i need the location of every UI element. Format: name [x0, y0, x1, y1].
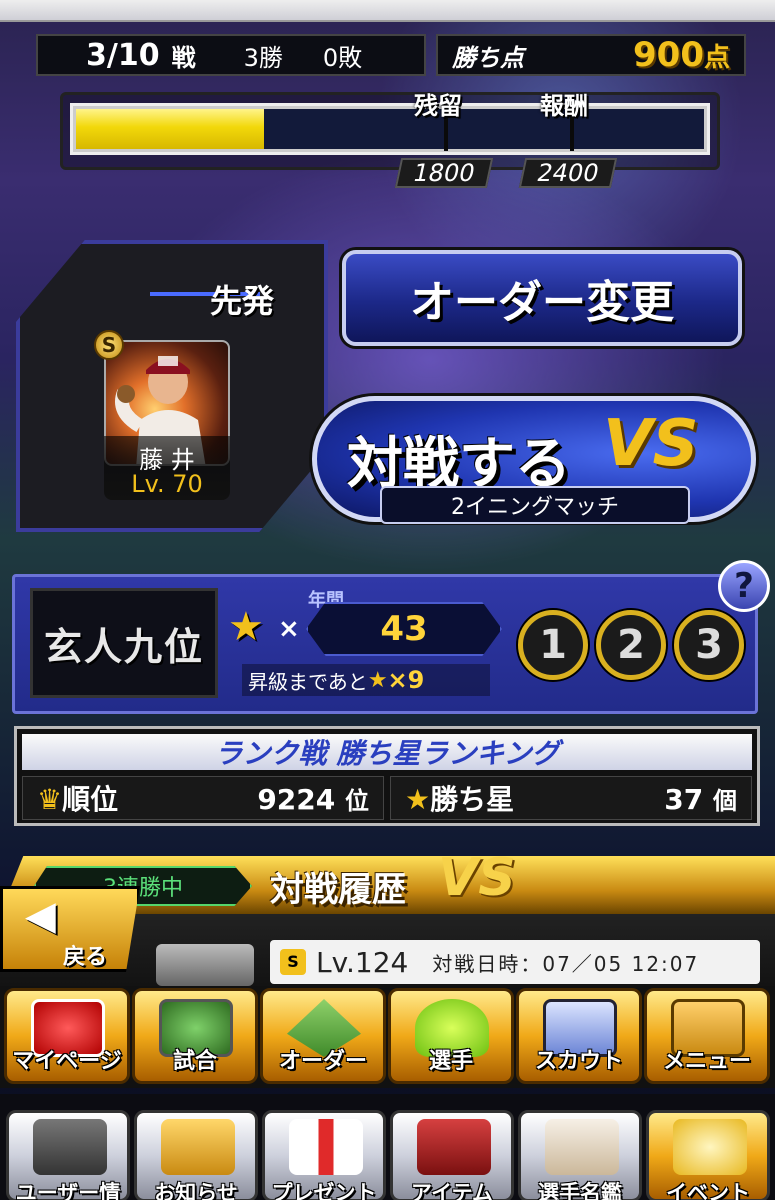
history-vs-icon: VS [438, 848, 516, 908]
nav-mypage[interactable]: マイページ [4, 988, 130, 1084]
nav-event-label: イベント [666, 1181, 750, 1200]
points-panel: 勝ち点 900点 [436, 34, 746, 76]
nav-game[interactable]: 試合 [132, 988, 258, 1084]
nav-user-info[interactable]: ユーザー情報 [6, 1110, 130, 1200]
opponent-info[interactable]: S Lv.124 対戦日時： 07／05 12:07 [270, 940, 760, 984]
ranking-title: ランク戦 勝ち星ランキング [214, 737, 560, 770]
marker-2-value: 2400 [518, 158, 618, 188]
ranking-position-cell: ♛順位 9224 位 [22, 776, 384, 820]
player-book-icon [545, 1119, 619, 1175]
battle-unit: 戦 [171, 43, 196, 72]
nav-mypage-label: マイページ [12, 1049, 122, 1074]
help-button[interactable]: ? [718, 560, 770, 612]
nav-menu-label: メニュー [662, 1049, 751, 1074]
crown-icon: ♛ [37, 783, 63, 816]
item-book-icon [417, 1119, 491, 1175]
nav-present[interactable]: プレゼント [262, 1110, 386, 1200]
nav-notice-label: お知らせ [154, 1181, 238, 1200]
promotion-text: 昇級まであと [248, 669, 368, 694]
team-logo-icon: S [280, 949, 306, 975]
opponent-date-label: 対戦日時： [432, 951, 543, 976]
battle-record: 3/10 戦 3勝 0敗 [36, 34, 426, 76]
battle-subtitle: 2イニングマッチ [380, 486, 690, 524]
nav-player-book[interactable]: 選手名鑑 [518, 1110, 642, 1200]
opponent-avatar [156, 944, 254, 986]
wins-value: 37 [664, 782, 704, 816]
promotion-count: ×9 [387, 666, 425, 694]
points-unit: 点 [703, 43, 730, 73]
help-icon: ? [734, 566, 754, 606]
wins-count: 3勝 [243, 43, 283, 72]
battle-vs-logo: VS [603, 407, 699, 481]
points-label: 勝ち点 [452, 43, 524, 72]
battle-count: 3/10 [86, 37, 160, 73]
starter-title: 先発 [210, 282, 275, 320]
event-ball-icon [673, 1119, 747, 1175]
user-card-icon [33, 1119, 107, 1175]
position-unit: 位 [345, 786, 369, 815]
nav-order-label: オーダー [278, 1049, 367, 1074]
battle-subtitle-text: 2イニングマッチ [451, 495, 619, 520]
rank-emblem: 玄人九位 [30, 588, 218, 698]
marker-1-value: 1800 [394, 158, 494, 188]
nav-present-label: プレゼント [271, 1181, 377, 1200]
opponent-level: Lv.124 [316, 945, 409, 979]
progress-fill [76, 109, 264, 149]
nav-item-label: アイテム [411, 1181, 493, 1200]
rank-name: 玄人九位 [43, 624, 204, 669]
back-button[interactable]: ◀ 戻る [0, 886, 140, 972]
back-label: 戻る [63, 945, 108, 970]
star-times: × [278, 614, 300, 644]
star-icon-ranking: ★ [405, 783, 431, 816]
promotion-star-icon: ★ [367, 667, 388, 693]
nav-menu[interactable]: メニュー [644, 988, 770, 1084]
nav-user-info-label: ユーザー情報 [15, 1181, 121, 1200]
nav-notice[interactable]: お知らせ [134, 1110, 258, 1200]
points-value: 900 [633, 35, 704, 75]
opponent-date: 07／05 12:07 [542, 951, 700, 976]
losses-count: 0敗 [322, 43, 363, 72]
order-change-label: オーダー変更 [410, 277, 674, 328]
nav-order[interactable]: オーダー [260, 988, 386, 1084]
rank-circle-1: 1 [518, 610, 588, 680]
nav-scout-label: スカウト [534, 1049, 623, 1074]
order-change-button[interactable]: オーダー変更 [342, 250, 742, 346]
position-label: 順位 [62, 783, 119, 816]
star-count-box: 43 [306, 602, 502, 656]
marker-1-label: 残留 [414, 92, 462, 120]
ranking-header: ランク戦 勝ち星ランキング [22, 734, 752, 770]
top-strip [0, 0, 775, 22]
nav-player-book-label: 選手名鑑 [538, 1181, 622, 1200]
notice-icon [161, 1119, 235, 1175]
nav-player-label: 選手 [428, 1049, 473, 1074]
ranking-wins-cell: ★勝ち星 37 個 [390, 776, 752, 820]
marker-2-label: 報酬 [540, 92, 588, 120]
nav-event[interactable]: イベント [646, 1110, 770, 1200]
rarity-s-icon: S [94, 330, 124, 360]
position-value: 9224 [257, 782, 336, 816]
star-icon: ★ [228, 604, 264, 650]
nav-player[interactable]: 選手 [388, 988, 514, 1084]
back-arrow-icon: ◀ [25, 893, 56, 939]
gift-icon [289, 1119, 363, 1175]
player-level: Lv. 70 [131, 470, 203, 498]
rank-circle-3: 3 [674, 610, 744, 680]
promotion-info: 昇級まであと ★ ×9 [242, 664, 490, 696]
nav-game-label: 試合 [172, 1049, 217, 1074]
nav-scout[interactable]: スカウト [516, 988, 642, 1084]
star-count: 43 [380, 609, 428, 649]
rank-circle-2: 2 [596, 610, 666, 680]
nav-item[interactable]: アイテム [390, 1110, 514, 1200]
wins-label: 勝ち星 [430, 783, 515, 816]
wins-unit: 個 [713, 786, 737, 815]
